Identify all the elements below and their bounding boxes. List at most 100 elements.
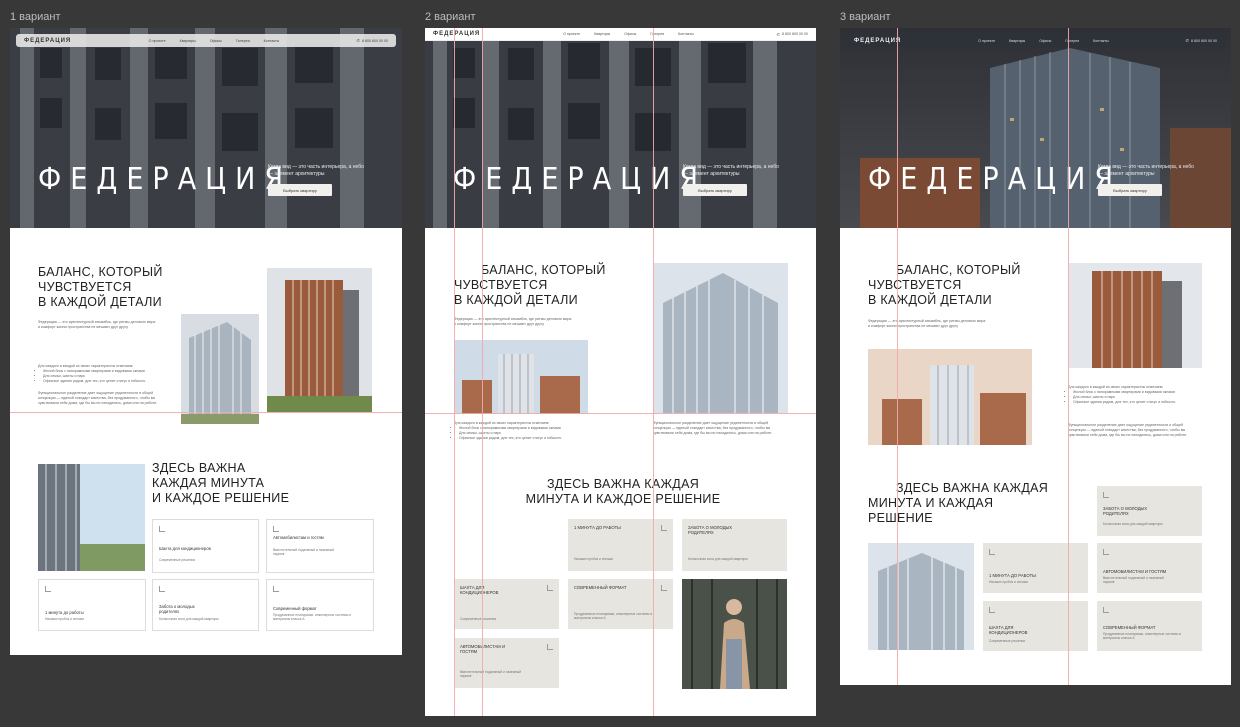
feature-card-ac-shaft[interactable]: ШАХТА ДЛЯ КОНДИЦИОНЕРОВ Современные реше… [983,601,1088,651]
nav-item-apartments[interactable]: Квартиры [180,39,196,43]
card-title: Забота о молодых родителях [159,604,195,614]
building-photo-brick [1068,263,1202,368]
guide-line [897,28,898,685]
hero-title: ФЕДЕРАЦИЯ [38,162,293,197]
nav-item-offices[interactable]: Офисы [624,32,636,36]
phone-link[interactable]: ✆ 8 800 800 00 00 [777,32,808,37]
about-closing: Функциональное разделение дает ощущение … [38,391,158,405]
nav-item-gallery[interactable]: Галерея [236,39,250,43]
top-navbar: ФЕДЕРАЦИЯ О проекте Квартиры Офисы Галер… [425,28,816,41]
feature-card-parents[interactable]: ЗАБОТА О МОЛОДЫХ РОДИТЕЛЯХ Колясочная зо… [1097,486,1202,536]
building-photo-glass [653,263,788,413]
card-title: 1 минута до работы [45,610,84,615]
card-corner-icon [1103,607,1109,613]
card-corner-icon [1103,549,1109,555]
nav-item-apartments[interactable]: Квартиры [594,32,610,36]
feature-card-ac-shaft[interactable]: Шахта для кондиционеров Современные реше… [152,519,259,573]
card-title: 1 МИНУТА ДО РАБОТЫ [574,525,621,530]
nav-item-about[interactable]: О проекте [978,39,995,43]
logo[interactable]: ФЕДЕРАЦИЯ [433,31,480,37]
nav-item-apartments[interactable]: Квартиры [1009,39,1025,43]
about-intro: Федерация — это архитектурный ансамбль, … [38,320,156,329]
building-photo-glass [181,314,259,424]
about-intro: Федерация — это архитектурный ансамбль, … [454,317,572,326]
choose-apartment-button[interactable]: Выбрать квартиру [1098,184,1162,196]
feature-card-modern-format[interactable]: СОВРЕМЕННЫЙ ФОРМАТ Продуманные планировк… [568,579,673,629]
phone-link[interactable]: ✆ 8 800 800 00 00 [1186,38,1217,43]
logo[interactable]: ФЕДЕРАЦИЯ [24,38,71,44]
complex-photo [868,349,1032,445]
card-text: Никаких пробок и спешки [574,557,613,561]
card-corner-icon [273,526,279,532]
feature-card-one-minute[interactable]: 1 МИНУТА ДО РАБОТЫ Никаких пробок и спеш… [568,519,673,571]
card-title: Шахта для кондиционеров [159,546,211,551]
variant-label-2: 2 вариант [425,11,476,23]
card-text: Вместительный подземный и наземный парки… [460,670,522,679]
about-intro: Федерация — это архитектурный ансамбль, … [868,319,986,328]
hero-title: ФЕДЕРАЦИЯ [453,162,708,197]
phone-number: 8 800 800 00 00 [782,32,808,36]
woman-photo [682,579,787,689]
features-title: ЗДЕСЬ ВАЖНА КАЖДАЯ МИНУТА И КАЖДОЕ РЕШЕНИЕ [152,461,290,505]
phone-icon: ✆ [776,31,780,37]
card-title: ШАХТА ДЛЯ КОНДИЦИОНЕРОВ [460,585,499,595]
nav-item-offices[interactable]: Офисы [210,39,222,43]
hero-section: ФЕДЕРАЦИЯ О проекте Квартиры Офисы Галер… [10,28,402,228]
card-corner-icon [273,586,279,592]
card-text: Продуманные планировки, инженерные систе… [273,613,352,622]
feature-card-modern-format[interactable]: Современный формат Продуманные планировк… [266,579,374,631]
guide-line [1068,28,1069,685]
about-list: Жилой блок с панорамными квартирами и ви… [454,426,587,441]
features-title: ЗДЕСЬ ВАЖНА КАЖДАЯ МИНУТА И КАЖДАЯ РЕШЕНИЕ [868,481,1049,525]
features-title: ЗДЕСЬ ВАЖНА КАЖДАЯ МИНУТА И КАЖДОЕ РЕШЕНИ… [525,477,721,506]
nav-item-about[interactable]: О проекте [149,39,166,43]
card-text: Колясочная зона для каждой квартиры [1103,522,1163,526]
nav-item-contacts[interactable]: Контакты [678,32,694,36]
feature-card-one-minute[interactable]: 1 минута до работы Никаких пробок и спеш… [38,579,146,631]
about-list: Жилой блок с панорамными квартирами и ви… [38,369,171,384]
nav-item-about[interactable]: О проекте [563,32,580,36]
card-text: Современные решения [460,617,497,621]
choose-apartment-button[interactable]: Выбрать квартиру [683,184,747,196]
card-corner-icon [661,525,667,531]
variant-1-frame: ФЕДЕРАЦИЯ О проекте Квартиры Офисы Галер… [10,28,402,655]
phone-number: 8 800 800 00 00 [362,38,388,43]
hero-subtitle: Когда вид — это часть интерьера, а небо … [683,164,779,177]
feature-card-parents[interactable]: Забота о молодых родителях Колясочная зо… [152,579,259,631]
feature-card-parking[interactable]: Автомобилистам и гостям Вместительный по… [266,519,374,573]
card-text: Колясочная зона для каждой квартиры [688,557,748,561]
phone-icon: ✆ [356,38,360,43]
nav-item-contacts[interactable]: Контакты [264,39,280,43]
feature-card-parents[interactable]: ЗАБОТА О МОЛОДЫХ РОДИТЕЛЯХ Колясочная зо… [682,519,787,571]
card-corner-icon [45,586,51,592]
nav-item-offices[interactable]: Офисы [1039,39,1051,43]
choose-apartment-button[interactable]: Выбрать квартиру [268,184,332,196]
card-title: СОВРЕМЕННЫЙ ФОРМАТ [574,585,627,590]
guide-line [425,413,816,414]
hero-section: ФЕДЕРАЦИЯ О проекте Квартиры Офисы Галер… [425,28,816,228]
variant-label-1: 1 вариант [10,11,61,23]
card-title: Автомобилистам и гостям [273,535,324,540]
phone-link[interactable]: ✆ 8 800 800 00 00 [357,38,388,43]
card-corner-icon [1103,492,1109,498]
guide-line [454,28,455,716]
card-corner-icon [159,526,165,532]
guide-line [10,412,402,413]
hero-section: ФЕДЕРАЦИЯ О проекте Квартиры Офисы Галер… [840,28,1231,228]
feature-card-parking[interactable]: АВТОМОБИЛИСТАМ И ГОСТЯМ Вместительный по… [1097,543,1202,593]
logo[interactable]: ФЕДЕРАЦИЯ [854,38,901,44]
card-corner-icon [547,585,553,591]
top-navbar: ФЕДЕРАЦИЯ О проекте Квартиры Офисы Галер… [16,34,396,47]
hero-subtitle: Когда вид — это часть интерьера, а небо … [1098,164,1194,177]
hero-title: ФЕДЕРАЦИЯ [868,162,1123,197]
card-text: Современные решения [989,639,1026,643]
card-text: Никаких пробок и спешки [45,617,84,621]
feature-card-one-minute[interactable]: 1 МИНУТА ДО РАБОТЫ Никаких пробок и спеш… [983,543,1088,593]
feature-card-parking[interactable]: АВТОМОБИЛИСТАМ И ГОСТЯМ Вместительный по… [454,638,559,688]
card-corner-icon [989,549,995,555]
card-corner-icon [989,607,995,613]
feature-card-modern-format[interactable]: СОВРЕМЕННЫЙ ФОРМАТ Продуманные планировк… [1097,601,1202,651]
feature-card-ac-shaft[interactable]: ШАХТА ДЛЯ КОНДИЦИОНЕРОВ Современные реше… [454,579,559,629]
variant-3-frame: ФЕДЕРАЦИЯ О проекте Квартиры Офисы Галер… [840,28,1231,685]
nav-item-contacts[interactable]: Контакты [1093,39,1109,43]
